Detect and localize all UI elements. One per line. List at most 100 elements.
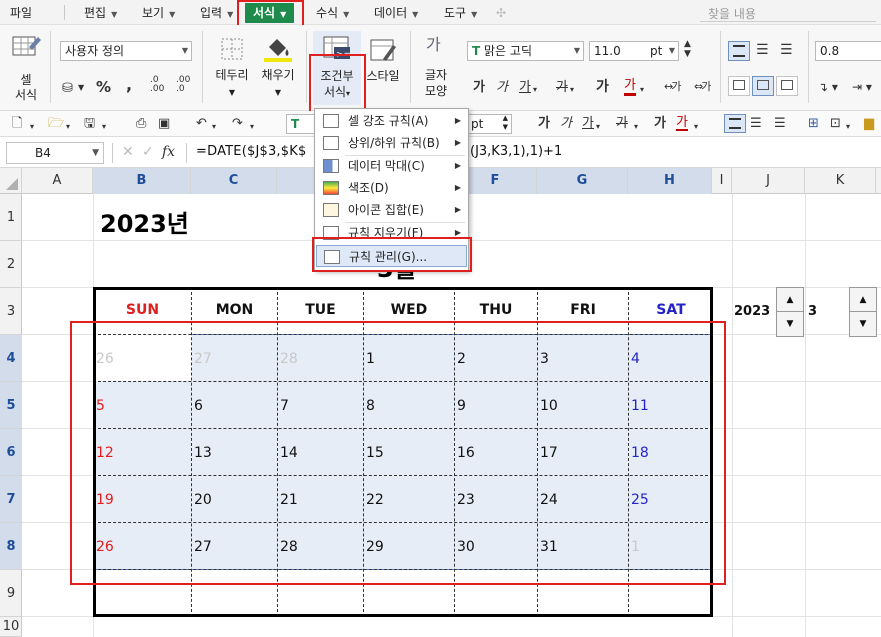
- align-left-button[interactable]: [724, 114, 746, 133]
- align-right-icon[interactable]: ☰: [780, 42, 793, 58]
- chevron-down-icon[interactable]: ▾: [212, 119, 216, 135]
- chevron-down-icon[interactable]: ▼: [78, 80, 84, 96]
- align-right-icon[interactable]: ☰: [774, 116, 786, 132]
- print-preview-icon[interactable]: ▣: [158, 116, 170, 132]
- column-header-k[interactable]: K: [805, 168, 876, 194]
- valign-bottom-button[interactable]: [776, 76, 798, 96]
- chevron-down-icon[interactable]: ▾: [30, 119, 34, 135]
- menu-item-color-scales[interactable]: 색조(D) ▶: [316, 177, 467, 199]
- row-header-1[interactable]: 1: [0, 194, 22, 241]
- chevron-down-icon[interactable]: ▾: [634, 119, 638, 135]
- menu-insert[interactable]: 입력 ▼: [200, 4, 233, 22]
- month-input-cell[interactable]: 3: [808, 304, 817, 319]
- style-button[interactable]: 스타일: [364, 35, 402, 95]
- italic-button[interactable]: 가: [560, 116, 572, 132]
- menu-formula[interactable]: 수식 ▼: [316, 4, 349, 22]
- indent-icon[interactable]: ⇥ ▾: [852, 79, 872, 95]
- calendar-year-title[interactable]: 2023년: [100, 204, 189, 239]
- undo-icon[interactable]: ↶: [196, 116, 207, 132]
- menu-edit[interactable]: 편집 ▼: [84, 4, 117, 22]
- row-header-6[interactable]: 6: [0, 429, 22, 476]
- strikethrough-button[interactable]: 가: [556, 80, 568, 96]
- column-header-j[interactable]: J: [732, 168, 805, 194]
- font-size-select[interactable]: 11.0 pt ▼: [589, 41, 679, 61]
- weekday-sun[interactable]: SUN: [94, 302, 191, 318]
- redo-icon[interactable]: ↷: [232, 116, 243, 132]
- cell-format-button[interactable]: 셀 서식: [8, 31, 44, 103]
- year-spinner[interactable]: ▲ ▼: [776, 287, 804, 337]
- year-input-cell[interactable]: 2023: [734, 304, 770, 319]
- row-header-4[interactable]: 4: [0, 335, 22, 382]
- chevron-down-icon[interactable]: ▾: [570, 82, 574, 98]
- font-name-select-small[interactable]: T: [286, 114, 316, 134]
- number-format-select[interactable]: 사용자 정의 ▼: [60, 41, 192, 61]
- font-name-select[interactable]: T 맑은 고딕 ▼: [467, 41, 584, 61]
- search-input[interactable]: 찾을 내용: [708, 5, 756, 22]
- menu-view[interactable]: 보기 ▼: [142, 4, 175, 22]
- row-header-5[interactable]: 5: [0, 382, 22, 429]
- weekday-mon[interactable]: MON: [192, 302, 277, 318]
- menu-tools[interactable]: 도구 ▼: [444, 4, 477, 22]
- valign-middle-button[interactable]: [752, 76, 774, 96]
- spinner-down-icon[interactable]: ▼: [777, 312, 803, 336]
- valign-top-button[interactable]: [728, 76, 750, 96]
- menu-item-data-bars[interactable]: 데이터 막대(C) ▶: [316, 155, 467, 177]
- text-direction-icon[interactable]: ↴ ▾: [818, 79, 838, 95]
- chevron-down-icon[interactable]: ▾: [250, 119, 254, 135]
- bold-button[interactable]: 가: [538, 116, 550, 132]
- row-header-2[interactable]: 2: [0, 241, 22, 288]
- weekday-tue[interactable]: TUE: [278, 302, 363, 318]
- fill-button[interactable]: 채우기 ▼: [258, 35, 298, 105]
- border-button[interactable]: 테두리 ▼: [212, 35, 252, 105]
- font-color-button[interactable]: 가: [676, 116, 688, 131]
- font-color-button[interactable]: 가: [624, 79, 636, 96]
- align-center-icon[interactable]: ☰: [750, 116, 762, 132]
- chevron-down-icon[interactable]: ▾: [694, 119, 698, 135]
- row-header-9[interactable]: 9: [0, 570, 22, 617]
- function-icon[interactable]: fx: [162, 144, 175, 160]
- chevron-down-icon[interactable]: ▾: [102, 119, 106, 135]
- bold-button[interactable]: 가: [473, 80, 485, 96]
- weekday-wed[interactable]: WED: [364, 302, 454, 318]
- weekday-sat[interactable]: SAT: [629, 302, 713, 318]
- menu-data[interactable]: 데이터 ▼: [374, 4, 418, 22]
- menu-item-top-bottom-rules[interactable]: 상위/하위 규칙(B) ▶: [316, 132, 467, 154]
- chevron-down-icon[interactable]: ▾: [846, 119, 850, 135]
- chevron-down-icon[interactable]: ▾: [640, 82, 644, 98]
- name-box[interactable]: B4 ▼: [6, 142, 104, 164]
- chevron-down-icon[interactable]: ▾: [596, 119, 600, 135]
- emphasis-button[interactable]: 가: [596, 79, 609, 95]
- row-header-7[interactable]: 7: [0, 476, 22, 523]
- save-icon[interactable]: 🖫: [84, 116, 95, 132]
- menu-item-icon-sets[interactable]: 아이콘 집합(E) ▶: [316, 199, 467, 221]
- month-spinner[interactable]: ▲ ▼: [849, 287, 877, 337]
- confirm-icon[interactable]: ✓: [142, 144, 154, 160]
- comma-button[interactable]: ,: [126, 77, 132, 93]
- font-size-select-small[interactable]: pt ▲ ▼: [466, 114, 512, 134]
- strikethrough-button[interactable]: 가: [616, 116, 628, 132]
- extension-icon[interactable]: ✣: [496, 4, 506, 22]
- column-header-g[interactable]: G: [537, 168, 628, 194]
- menu-file[interactable]: 파일: [10, 4, 32, 22]
- line-spacing-select[interactable]: 0.8: [815, 41, 881, 61]
- open-folder-icon[interactable]: 🗁: [48, 116, 64, 132]
- align-left-button[interactable]: [728, 41, 750, 61]
- text-shape-button[interactable]: 가 글자 모양: [418, 35, 454, 105]
- fill-color-icon[interactable]: ▆: [864, 116, 874, 132]
- decimal-decrease-button[interactable]: .00 .0: [176, 76, 190, 94]
- font-size-stepper[interactable]: ▲ ▼: [684, 39, 691, 59]
- column-header-b[interactable]: B: [93, 168, 191, 194]
- row-header-8[interactable]: 8: [0, 523, 22, 570]
- column-header-c[interactable]: C: [191, 168, 277, 194]
- row-header-10[interactable]: 10: [0, 617, 22, 637]
- print-icon[interactable]: ⎙: [136, 116, 146, 132]
- spinner-up-icon[interactable]: ▲: [850, 288, 876, 312]
- merge-cells-icon[interactable]: ⊞: [808, 116, 819, 132]
- formula-input[interactable]: =DATE($J$3,$K$: [196, 144, 306, 159]
- char-width-icon[interactable]: ⇔가: [694, 79, 711, 95]
- border-icon[interactable]: ⊡: [830, 116, 841, 132]
- menu-item-highlight-cell-rules[interactable]: 셀 강조 규칙(A) ▶: [316, 110, 467, 132]
- weekday-thu[interactable]: THU: [455, 302, 537, 318]
- emphasis-button[interactable]: 가: [654, 116, 666, 132]
- spinner-up-icon[interactable]: ▲: [777, 288, 803, 312]
